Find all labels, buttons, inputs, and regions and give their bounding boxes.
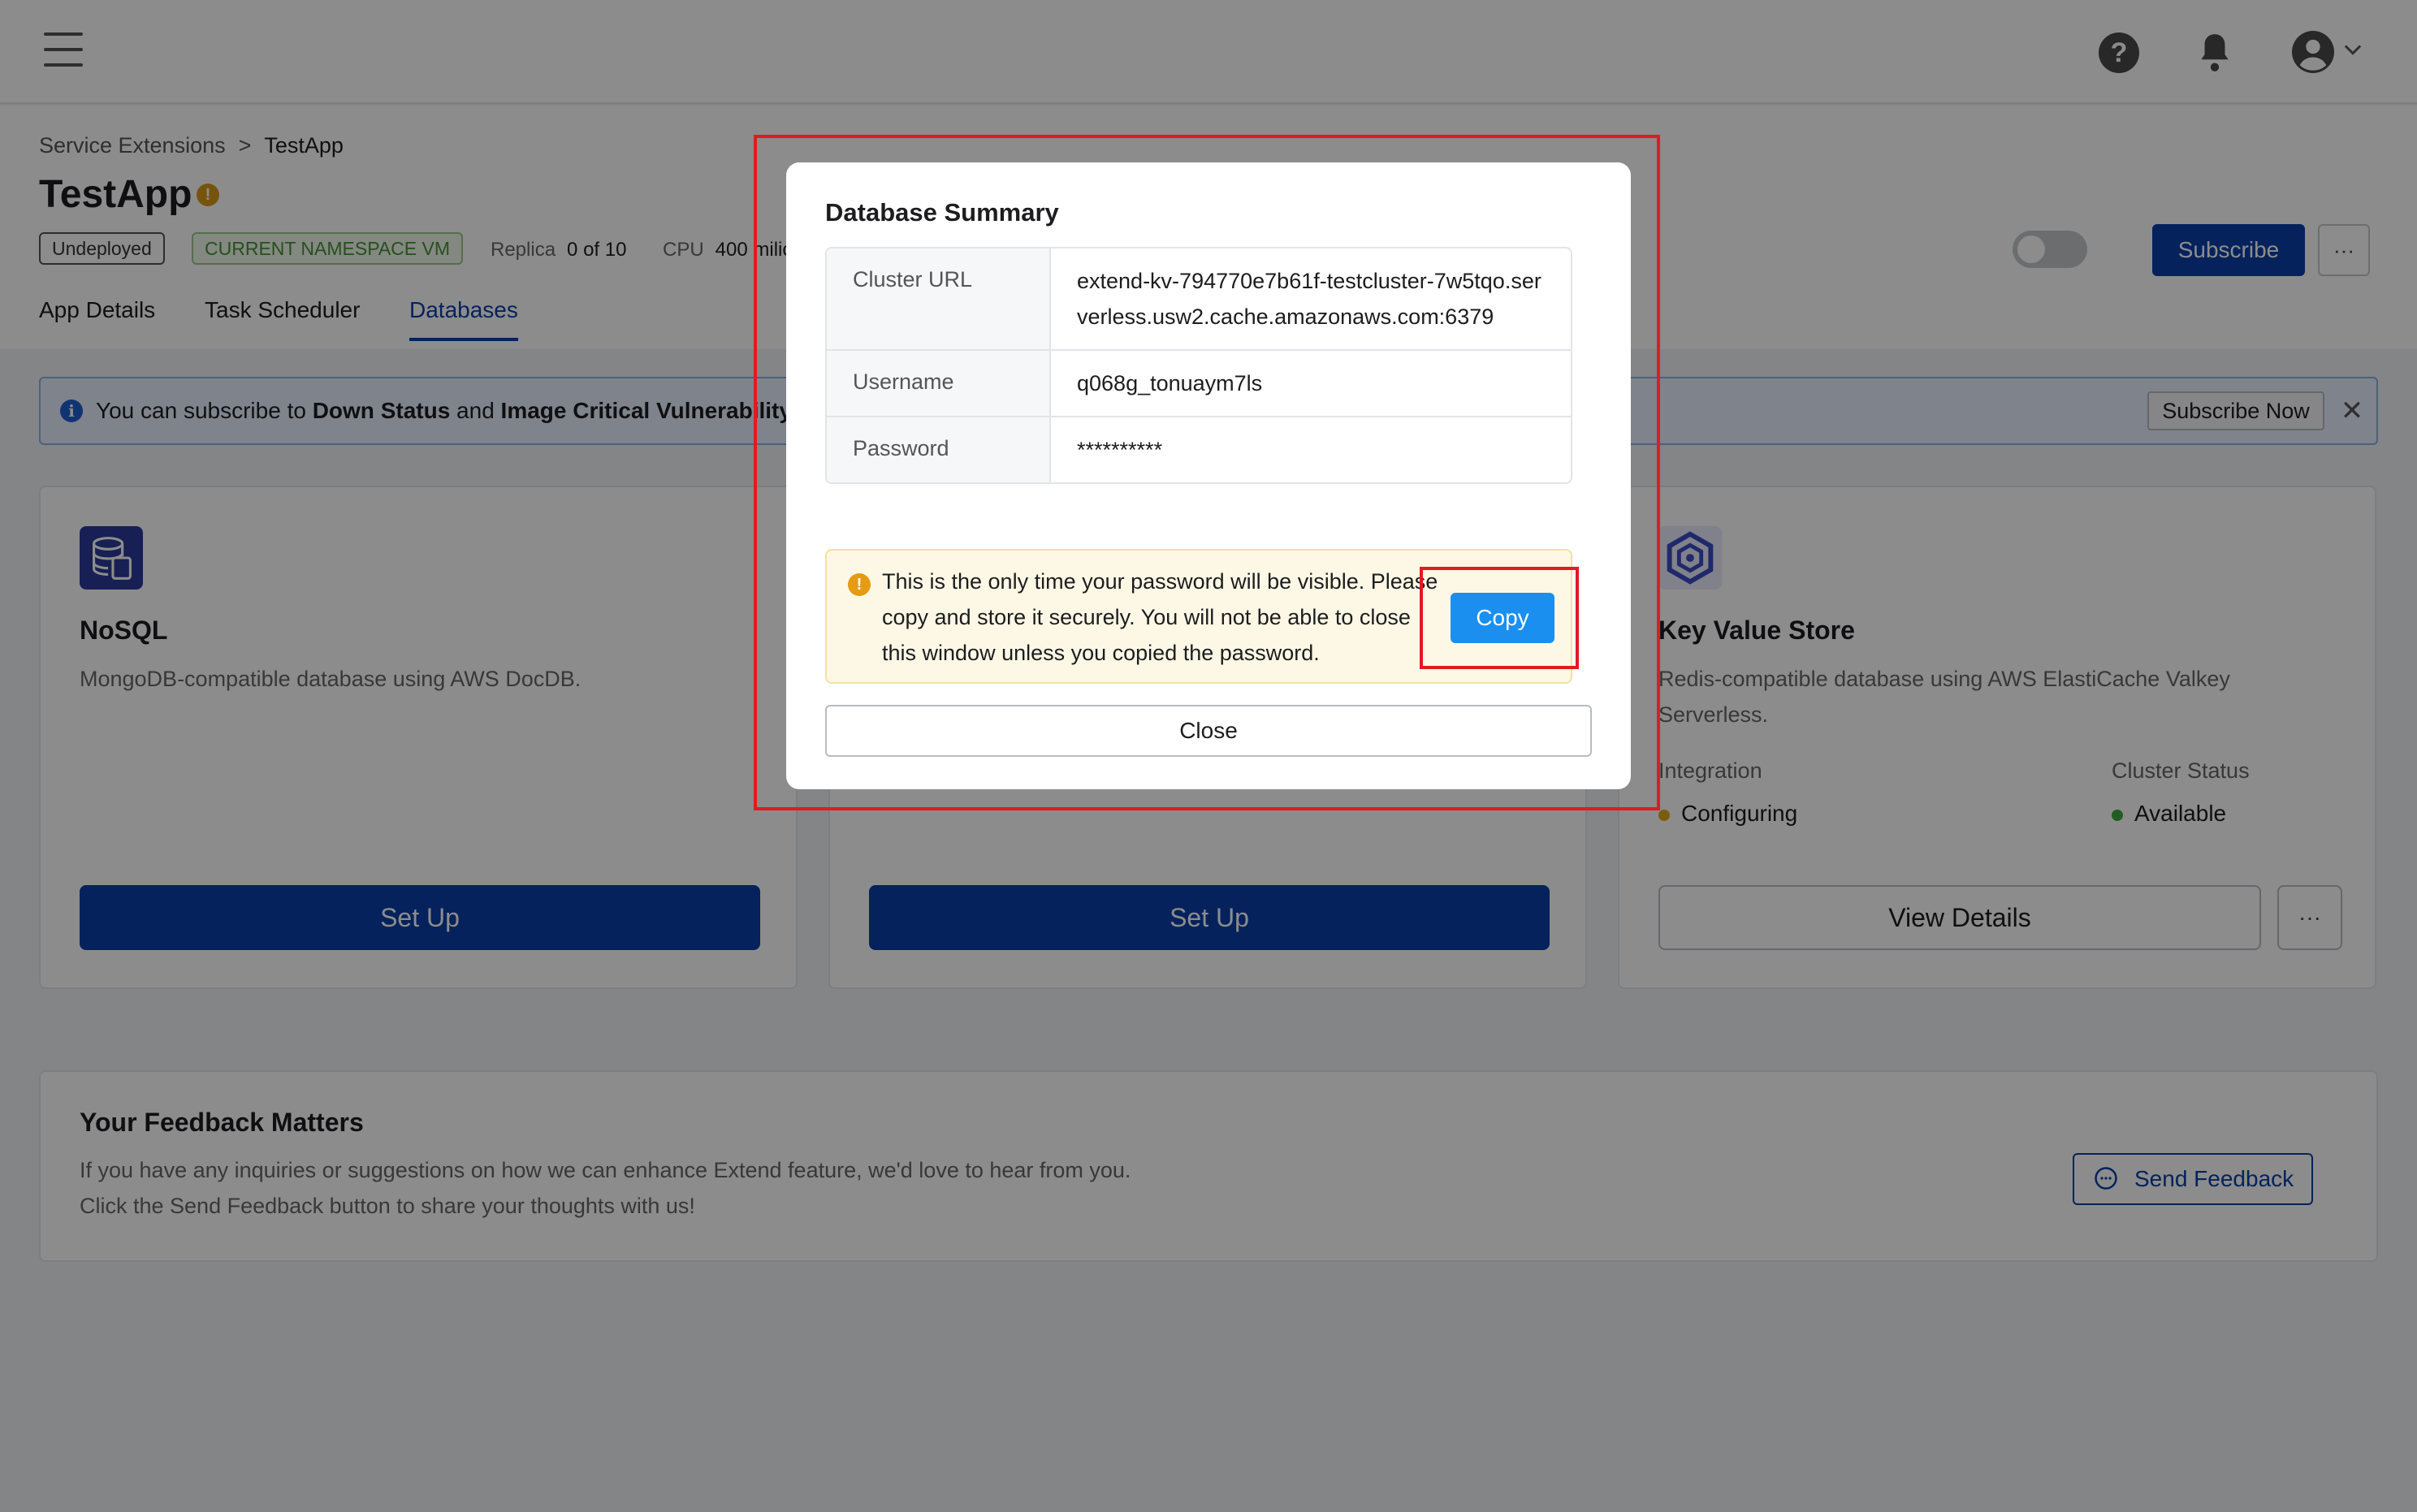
dialog-highlight-frame: [754, 135, 1660, 810]
copy-highlight-frame: [1420, 567, 1579, 669]
